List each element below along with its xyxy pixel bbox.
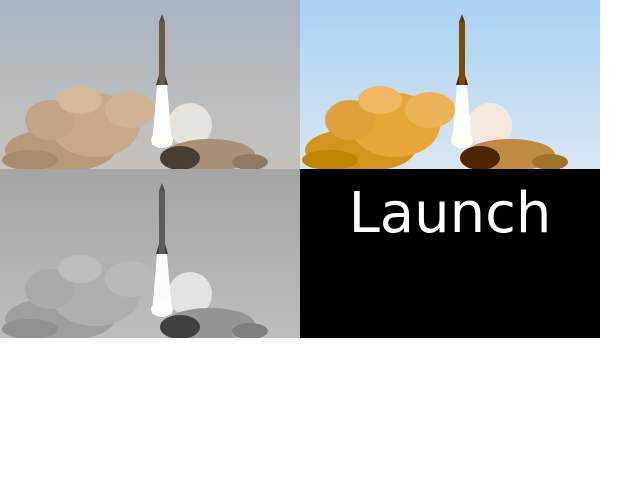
rocket-launch-photo-enhanced [300,0,600,169]
rocket-launch-photo [0,0,300,169]
photo-panel-enhanced [300,0,600,169]
rocket-launch-photo-grayscale [0,169,300,338]
caption-panel: Launch [300,169,600,338]
caption-text: Launch [348,181,552,246]
photo-panel-grayscale [0,169,300,338]
photo-panel-natural [0,0,300,169]
